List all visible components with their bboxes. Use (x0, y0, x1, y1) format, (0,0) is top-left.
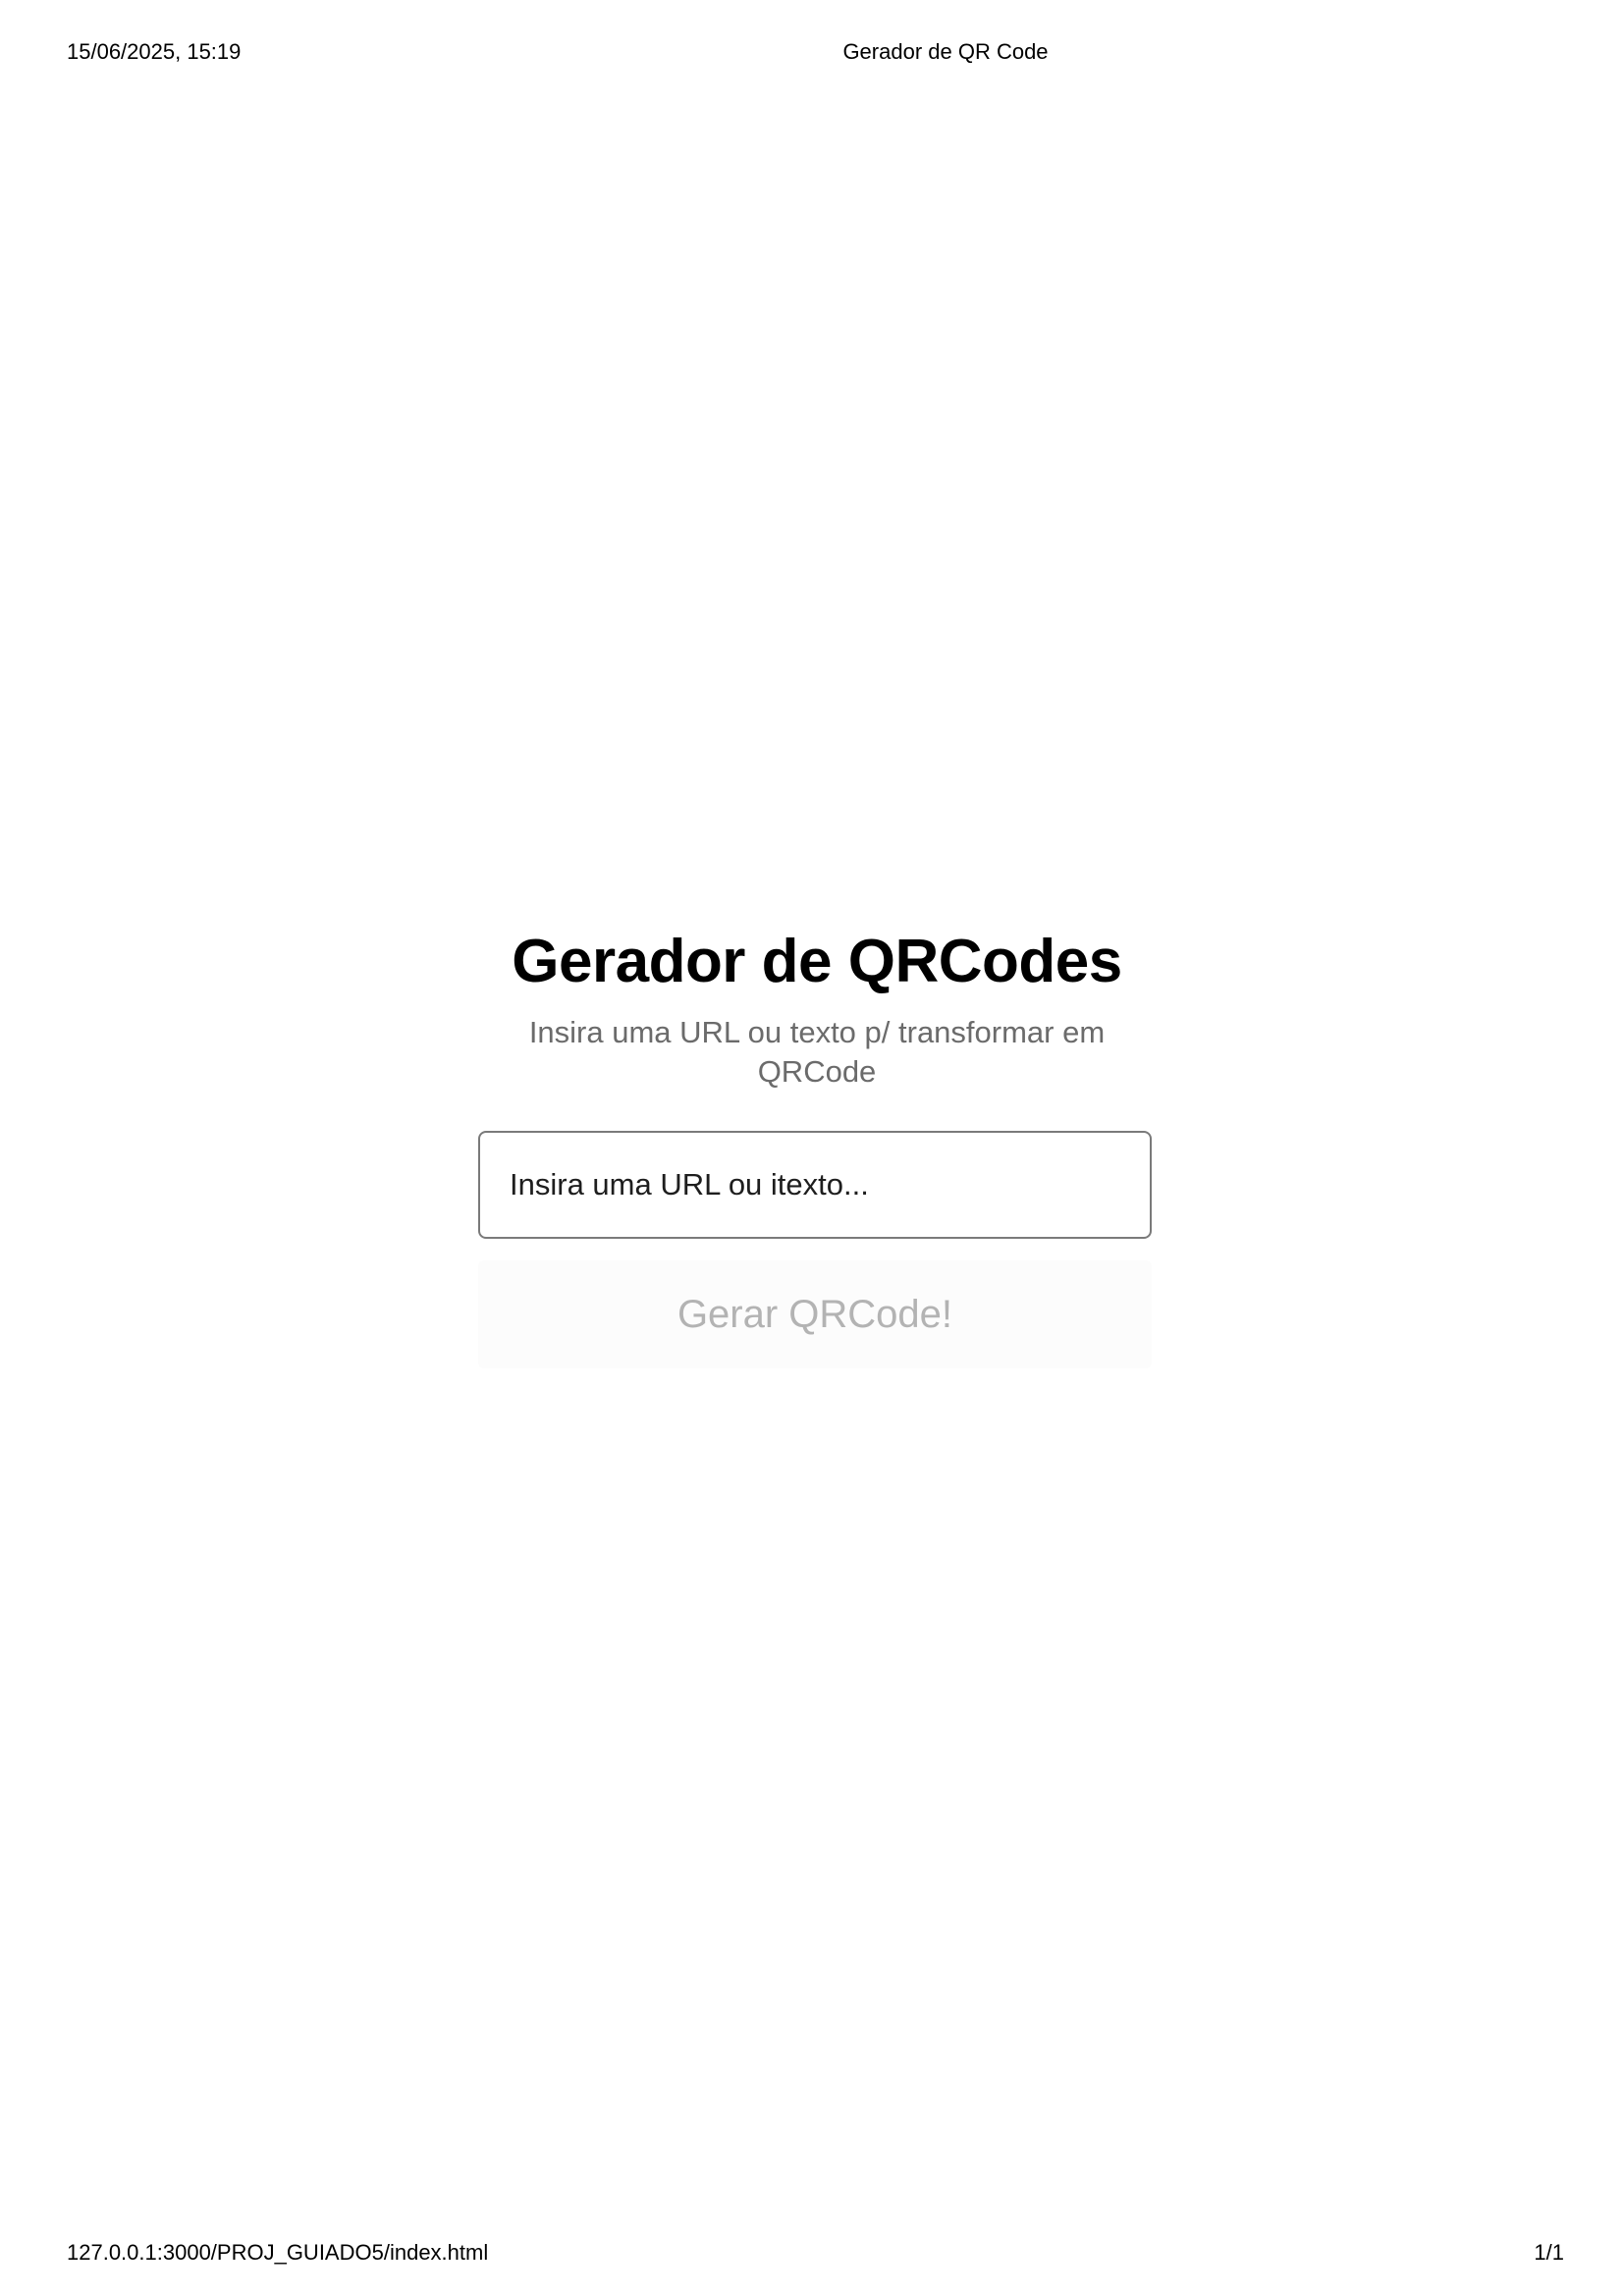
print-header: 15/06/2025, 15:19 Gerador de QR Code (0, 39, 1623, 69)
page-subtitle: Insira uma URL ou texto p/ transformar e… (528, 1015, 1106, 1089)
print-url: 127.0.0.1:3000/PROJ_GUIADO5/index.html (67, 2240, 489, 2265)
print-doc-title: Gerador de QR Code (842, 39, 1049, 64)
page-title: Gerador de QRCodes (512, 928, 1122, 995)
url-text-input[interactable] (478, 1131, 1152, 1239)
qr-generator-container: Gerador de QRCodes Insira uma URL ou tex… (478, 923, 1156, 1368)
print-page-number: 1/1 (1534, 2240, 1564, 2265)
print-footer: 127.0.0.1:3000/PROJ_GUIADO5/index.html 1… (0, 2240, 1623, 2269)
generate-qrcode-button[interactable]: Gerar QRCode! (478, 1260, 1152, 1368)
